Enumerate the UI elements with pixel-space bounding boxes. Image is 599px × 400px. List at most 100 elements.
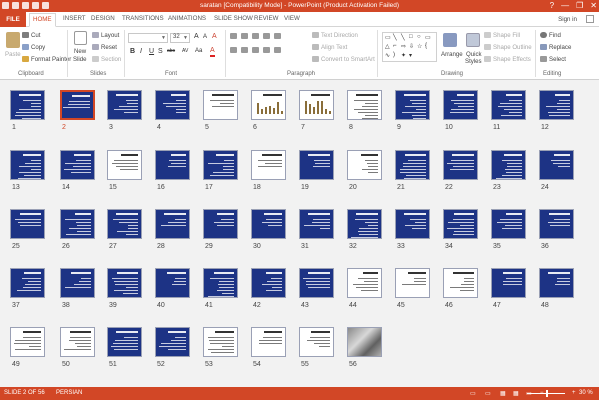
slide-thumbnail[interactable] [107, 209, 142, 239]
arrow-shape-icon[interactable]: ⇨ [401, 43, 406, 50]
sign-in-link[interactable]: Sign in [558, 16, 577, 23]
change-case-button[interactable]: Aa [195, 48, 202, 54]
tab-insert[interactable]: INSERT [63, 15, 86, 22]
normal-view-icon[interactable]: ▦ [500, 390, 506, 397]
slide-thumbnail[interactable] [203, 327, 238, 357]
rect-shape-icon[interactable]: ▭ [425, 34, 431, 41]
layout-button[interactable]: Layout [92, 32, 119, 39]
zoom-in-icon[interactable]: + [572, 390, 576, 396]
curve-shape-icon[interactable]: ∿ [385, 52, 390, 59]
help-button[interactable]: ? [550, 1, 554, 11]
arrow-shape-icon[interactable]: ⇩ [409, 43, 414, 50]
strikethrough-button[interactable]: abc [167, 48, 175, 54]
slide-thumbnail[interactable] [491, 150, 526, 180]
convert-smartart-button[interactable]: Convert to SmartArt [312, 56, 375, 63]
font-size-combo[interactable]: 32 ▼ [170, 33, 190, 43]
tab-transitions[interactable]: TRANSITIONS [122, 15, 164, 22]
tab-view[interactable]: VIEW [284, 15, 300, 22]
star-shape-icon[interactable]: ☆ [417, 43, 422, 50]
copy-button[interactable]: Copy [22, 44, 45, 51]
underline-button[interactable]: U [149, 48, 154, 55]
line-shape-icon[interactable]: ╲ [393, 34, 397, 41]
slide-thumbnail[interactable] [347, 327, 382, 357]
tab-design[interactable]: DESIGN [91, 15, 115, 22]
slide-thumbnail[interactable] [203, 90, 238, 120]
slide-thumbnail[interactable] [491, 268, 526, 298]
slide-thumbnail[interactable] [539, 209, 574, 239]
tab-animations[interactable]: ANIMATIONS [168, 15, 206, 22]
replace-button[interactable]: Replace [540, 44, 571, 51]
slide-thumbnail[interactable] [60, 327, 95, 357]
slide-thumbnail[interactable] [539, 90, 574, 120]
slide-thumbnail[interactable] [443, 268, 478, 298]
shape-outline-button[interactable]: Shape Outline [484, 44, 532, 51]
slide-thumbnail[interactable] [347, 150, 382, 180]
zoom-level[interactable]: 30 % [579, 390, 593, 396]
minimize-button[interactable]: — [561, 1, 569, 11]
slide-thumbnail[interactable] [539, 268, 574, 298]
quick-styles-label[interactable]: Styles [465, 58, 482, 65]
grow-font-button[interactable]: A [194, 33, 199, 40]
slide-thumbnail[interactable] [10, 327, 45, 357]
italic-button[interactable]: I [140, 48, 142, 55]
triangle-shape-icon[interactable]: △ [385, 43, 390, 50]
slide-thumbnail[interactable] [347, 209, 382, 239]
bold-button[interactable]: B [130, 48, 135, 55]
font-color-button[interactable]: A [210, 47, 215, 57]
new-slide-button-label[interactable]: Slide [73, 56, 87, 63]
tab-review[interactable]: REVIEW [254, 15, 278, 22]
slide-thumbnail[interactable] [299, 327, 334, 357]
arrange-icon[interactable] [443, 33, 457, 47]
paste-button[interactable]: Paste [5, 51, 21, 58]
restore-button[interactable]: ❐ [576, 1, 583, 11]
slide-thumbnail[interactable] [155, 209, 190, 239]
slide-thumbnail[interactable] [299, 209, 334, 239]
format-painter-button[interactable]: Format Painter [22, 56, 71, 63]
line-shape-icon[interactable]: ╲ [401, 34, 405, 41]
slide-thumbnail[interactable] [491, 209, 526, 239]
arrow-shape-icon[interactable]: ⌐ [393, 43, 397, 49]
notes-icon[interactable]: ▭ [470, 390, 476, 397]
slide-thumbnail[interactable] [251, 90, 286, 120]
paragraph-list-buttons[interactable] [230, 33, 310, 41]
quick-styles-icon[interactable] [466, 33, 480, 47]
slide-thumbnail[interactable] [299, 90, 334, 120]
slide-thumbnail[interactable] [107, 327, 142, 357]
arrange-button[interactable]: Arrange [441, 51, 463, 58]
clear-formatting-button[interactable]: A [212, 33, 217, 40]
section-button[interactable]: Section [92, 56, 121, 63]
slide-thumbnail[interactable] [443, 209, 478, 239]
select-button[interactable]: Select [540, 56, 566, 63]
find-button[interactable]: Find [540, 32, 561, 39]
tab-home[interactable]: HOME [29, 13, 56, 27]
slide-thumbnail[interactable] [60, 268, 95, 298]
char-spacing-button[interactable]: AV [182, 48, 188, 54]
slide-thumbnail[interactable] [107, 268, 142, 298]
quick-styles-button[interactable]: Quick [466, 51, 482, 58]
shape-fill-button[interactable]: Shape Fill [484, 32, 520, 39]
slide-thumbnail[interactable] [203, 150, 238, 180]
font-name-combo[interactable]: ▼ [128, 33, 168, 43]
slide-thumbnail[interactable] [60, 150, 95, 180]
user-avatar-icon[interactable] [586, 15, 594, 23]
slide-thumbnail[interactable] [155, 90, 190, 120]
paragraph-align-buttons[interactable] [230, 47, 310, 55]
shapes-gallery[interactable]: ▭ ╲ ╲ □ ○ ▭ △ ⌐ ⇨ ⇩ ☆ { ∿ ) ✦ ▾ [382, 32, 437, 62]
align-text-button[interactable]: Align Text [312, 44, 347, 51]
slide-thumbnail[interactable] [395, 209, 430, 239]
reset-button[interactable]: Reset [92, 44, 117, 51]
text-direction-button[interactable]: Text Direction [312, 32, 358, 39]
rect-shape-icon[interactable]: □ [409, 34, 413, 40]
slide-thumbnail[interactable] [10, 209, 45, 239]
language-indicator[interactable]: PERSIAN [56, 390, 82, 396]
slide-thumbnail[interactable] [155, 150, 190, 180]
new-slide-button[interactable]: New [74, 48, 86, 55]
slide-thumbnail[interactable] [251, 150, 286, 180]
tab-file[interactable]: FILE [0, 12, 26, 27]
slide-thumbnail[interactable] [443, 150, 478, 180]
slide-thumbnail[interactable] [299, 150, 334, 180]
comments-icon[interactable]: ▭ [485, 390, 491, 397]
slide-thumbnail[interactable] [60, 90, 95, 120]
slide-thumbnail[interactable] [395, 150, 430, 180]
close-button[interactable]: ✕ [590, 1, 597, 11]
